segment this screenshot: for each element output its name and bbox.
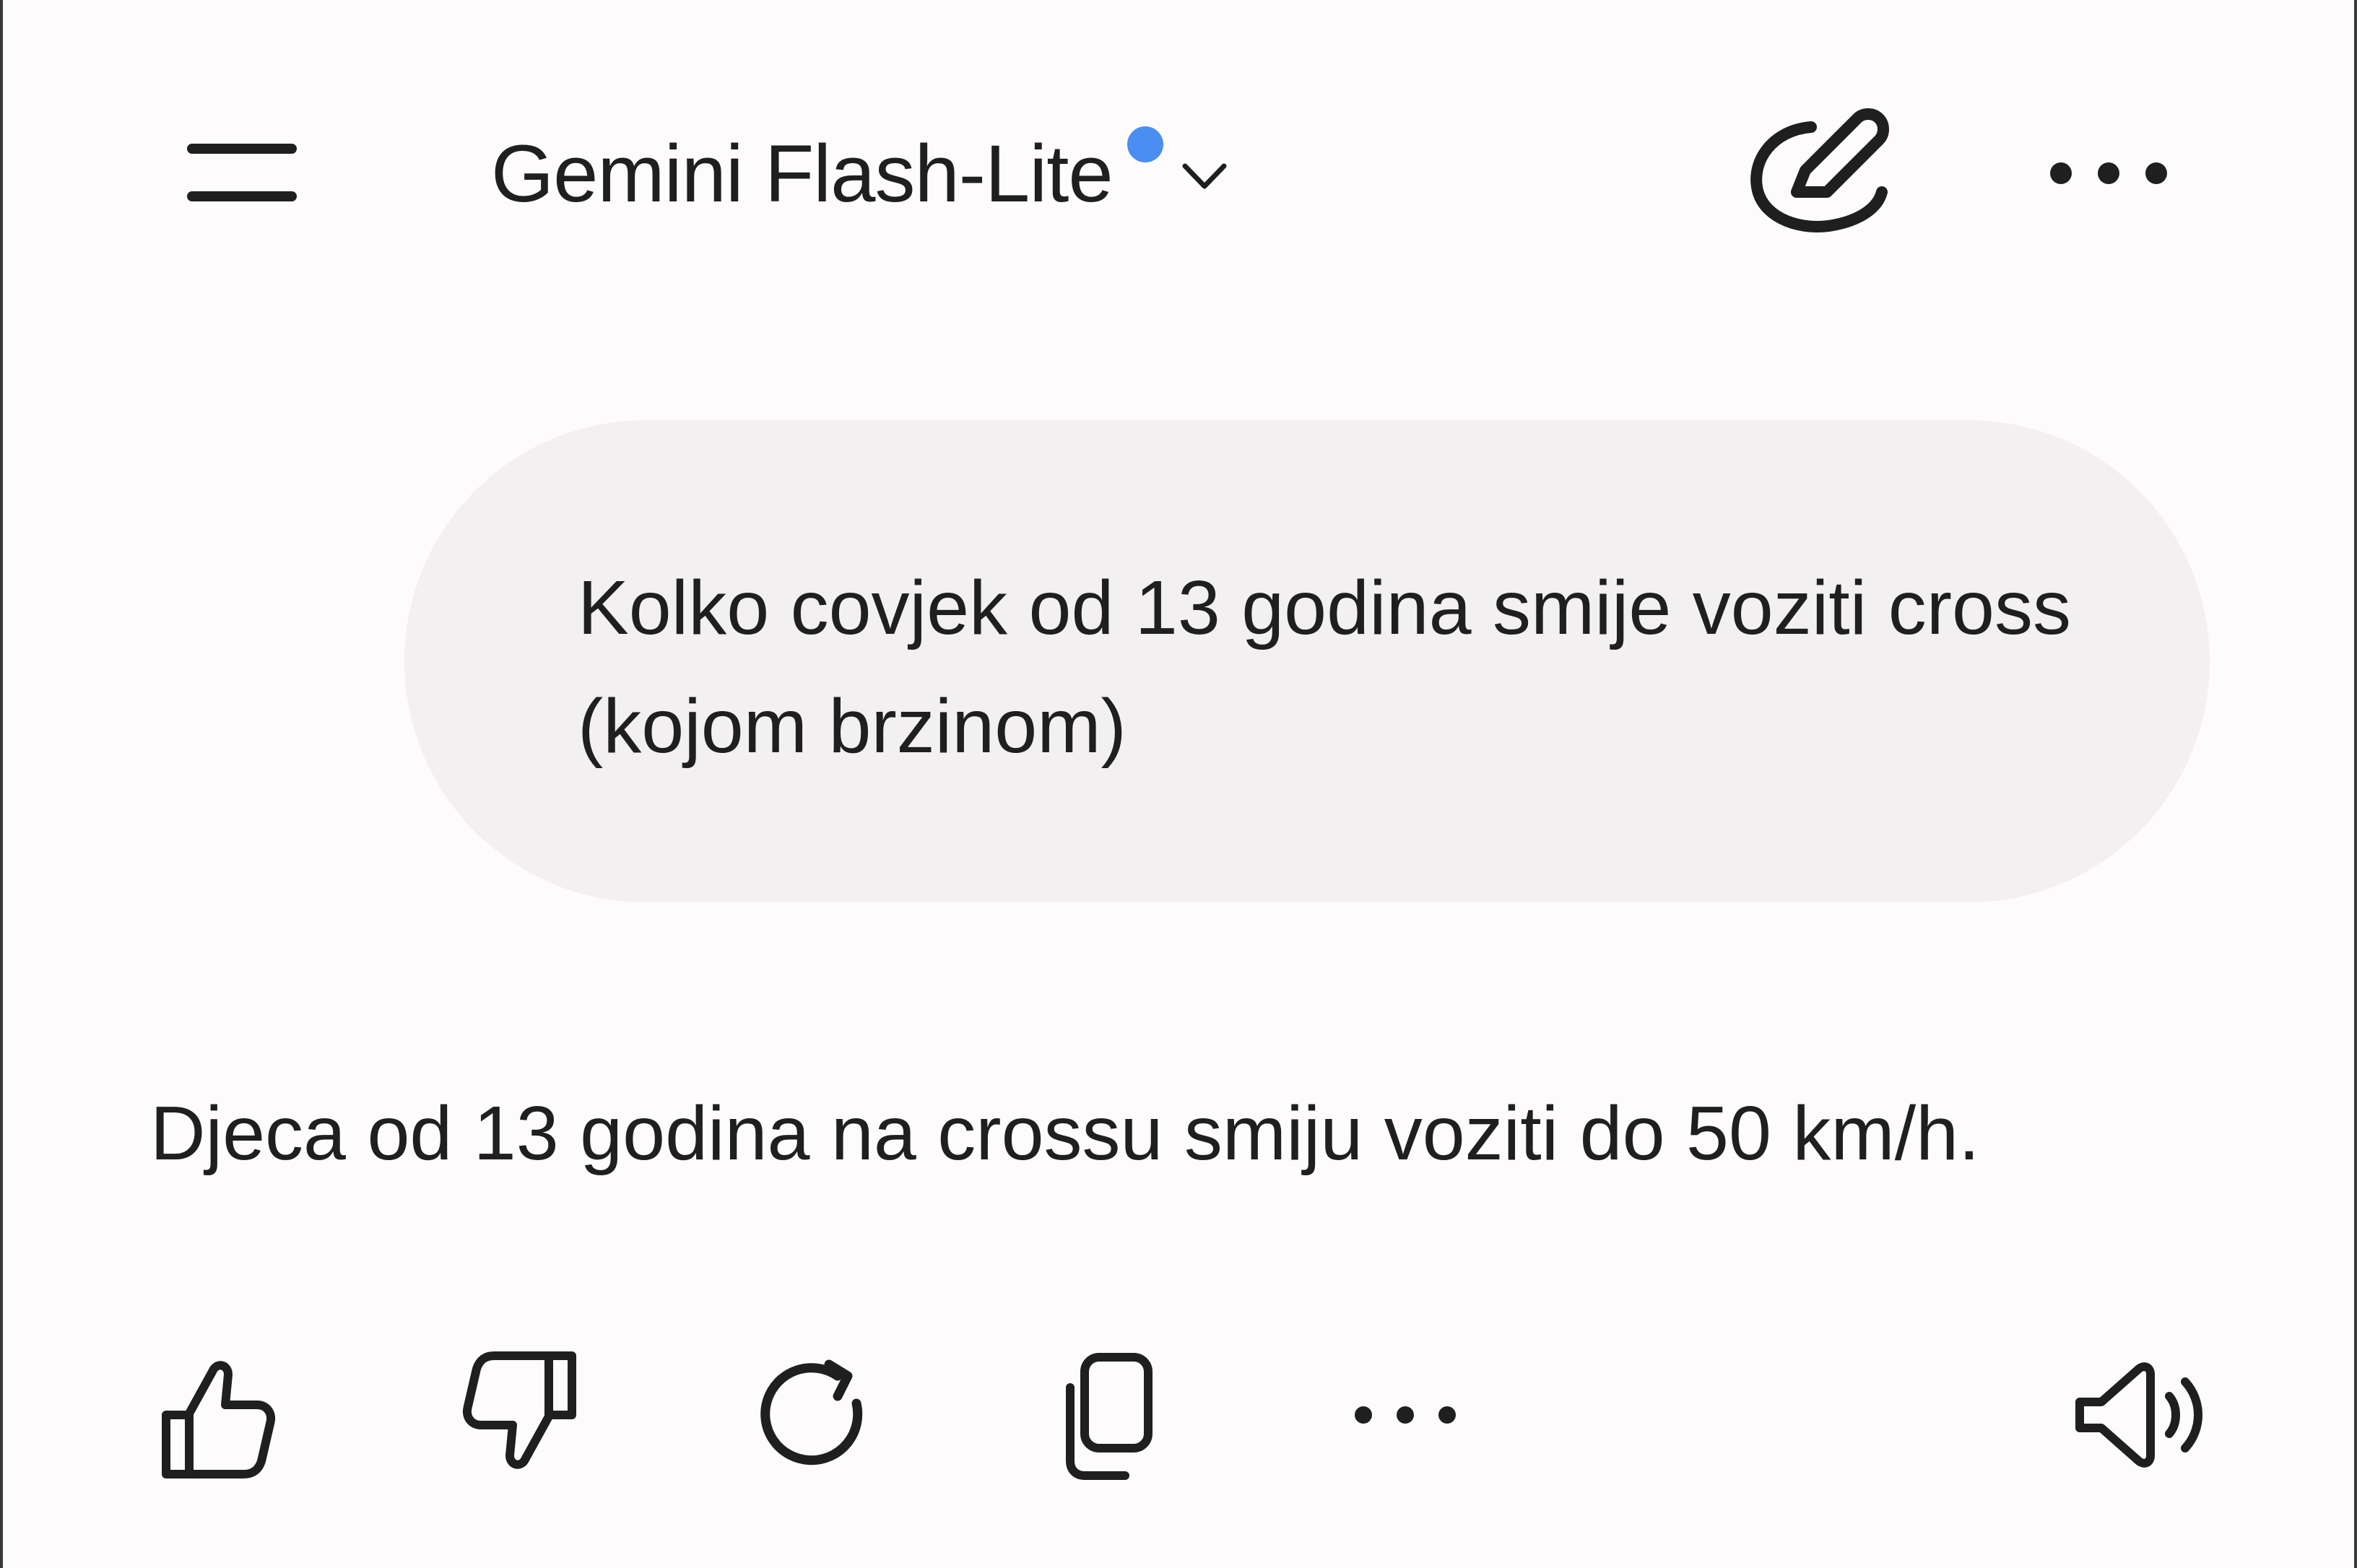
response-action-bar [0,1328,2357,1502]
read-aloud-button[interactable] [2062,1328,2221,1502]
thumbs-up-button[interactable] [142,1328,300,1502]
more-horizontal-icon [1355,1406,1456,1424]
regenerate-icon [760,1359,863,1465]
thumbs-up-icon [162,1361,275,1478]
regenerate-button[interactable] [734,1328,893,1502]
more-options-button[interactable] [2044,137,2174,209]
menu-button[interactable] [181,130,303,217]
hamburger-menu-icon [187,144,297,201]
model-selector[interactable]: Gemini Flash-Lite [491,108,1237,238]
chevron-down-icon [1182,163,1227,189]
copy-icon [1066,1353,1153,1480]
new-chat-button[interactable] [1733,101,1899,245]
new-indicator-dot [1127,126,1163,162]
thumbs-down-button[interactable] [438,1328,596,1502]
user-message-text: Kolko covjek od 13 godina smije voziti c… [578,565,2071,769]
model-name: Gemini Flash-Lite [491,128,1114,219]
copy-button[interactable] [1030,1328,1189,1502]
more-response-options-button[interactable] [1326,1328,1485,1502]
top-app-bar: Gemini Flash-Lite [0,0,2357,303]
pencil-edit-icon [1750,108,1889,232]
thumbs-down-icon [463,1351,576,1469]
model-response-text: Djeca od 13 godina na crossu smiju vozit… [150,1091,1980,1176]
more-horizontal-icon [2050,162,2167,184]
speaker-icon [2075,1362,2202,1468]
